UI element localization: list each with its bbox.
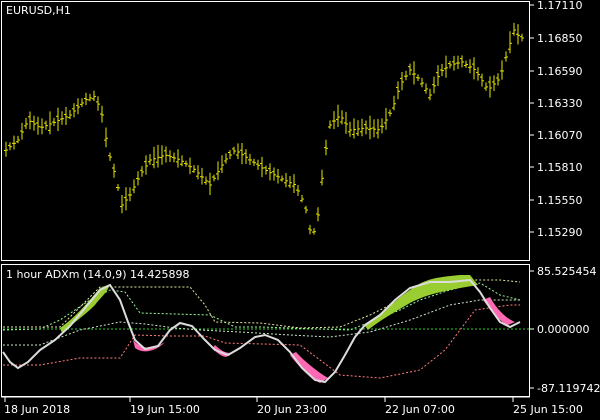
price-tick-1: 1.17110 — [530, 0, 583, 12]
price-tick-label: 1.17110 — [537, 0, 583, 12]
chart-window[interactable]: EURUSD,H1 1.17110 1.16850 1.16590 1.1633… — [0, 0, 600, 420]
indicator-plot[interactable] — [2, 275, 529, 384]
time-tick-5: 25 Jun 15:00 — [512, 397, 583, 416]
price-tick-label: 1.15550 — [537, 194, 583, 207]
price-tick-2: 1.16850 — [530, 32, 583, 45]
price-tick-label: 1.15290 — [537, 226, 583, 239]
price-tick-label: 1.16590 — [537, 65, 583, 78]
price-tick-label: 1.16070 — [537, 129, 583, 142]
time-tick-3: 20 Jun 23:00 — [256, 397, 327, 416]
indicator-tick-bottom: -87.119742 — [530, 382, 600, 395]
time-tick-label: 18 Jun 2018 — [4, 403, 70, 416]
price-tick-label: 1.15810 — [537, 161, 583, 174]
price-tick-label: 1.16850 — [537, 32, 583, 45]
main-chart-frame — [1, 1, 530, 261]
price-tick-3: 1.16590 — [530, 65, 583, 78]
price-tick-5: 1.16070 — [530, 129, 583, 142]
indicator-tick-label: 0.000000 — [537, 323, 590, 336]
price-tick-6: 1.15810 — [530, 161, 583, 174]
price-tick-7: 1.15550 — [530, 194, 583, 207]
price-bars[interactable] — [4, 22, 524, 235]
price-tick-4: 1.16330 — [530, 97, 583, 110]
indicator-axis[interactable]: 85.525454 0.000000 -87.119742 — [530, 265, 600, 395]
time-tick-4: 22 Jun 07:00 — [384, 397, 455, 416]
price-tick-8: 1.15290 — [530, 226, 583, 239]
price-tick-label: 1.16330 — [537, 97, 583, 110]
indicator-tick-label: -87.119742 — [537, 382, 600, 395]
time-tick-label: 25 Jun 15:00 — [513, 403, 583, 416]
rising-ribbon-2 — [365, 275, 478, 330]
indicator-tick-top: 85.525454 — [530, 265, 597, 278]
indicator-tick-zero: 0.000000 — [530, 323, 590, 336]
indicator-title: 1 hour ADXm (14.0,9) 14.425898 — [6, 268, 189, 281]
adxm-main-line — [2, 278, 521, 384]
time-tick-1: 18 Jun 2018 — [4, 397, 70, 416]
time-tick-label: 19 Jun 15:00 — [130, 403, 200, 416]
indicator-tick-label: 85.525454 — [537, 265, 597, 278]
falling-ribbon-3 — [290, 352, 328, 383]
time-tick-label: 20 Jun 23:00 — [257, 403, 327, 416]
symbol-label: EURUSD,H1 — [6, 4, 71, 17]
price-axis[interactable]: 1.17110 1.16850 1.16590 1.16330 1.16070 … — [530, 0, 583, 239]
time-tick-2: 19 Jun 15:00 — [129, 397, 200, 416]
time-axis[interactable]: 18 Jun 2018 19 Jun 15:00 20 Jun 23:00 22… — [4, 397, 583, 416]
time-tick-label: 22 Jun 07:00 — [385, 403, 455, 416]
